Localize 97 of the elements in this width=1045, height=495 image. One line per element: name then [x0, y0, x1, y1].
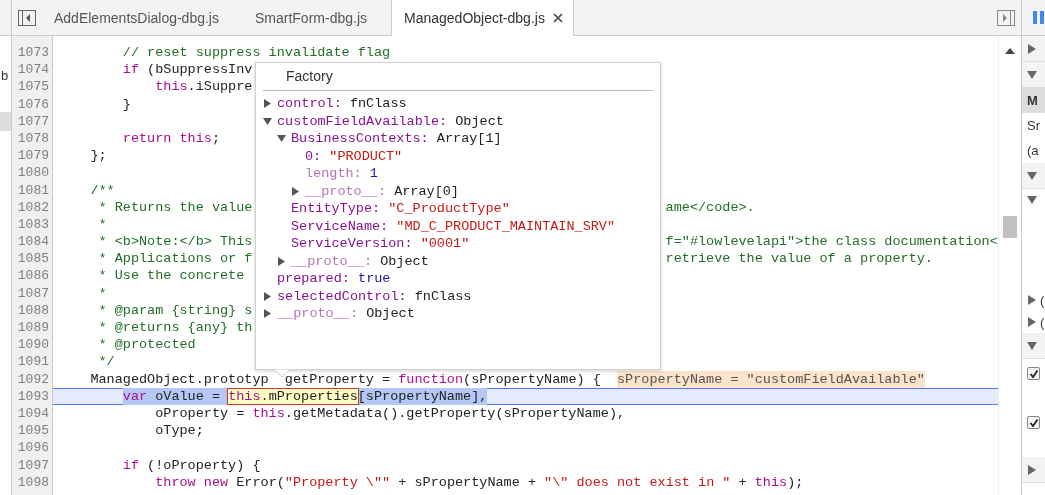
collapsed-arrow-icon[interactable]: [1027, 43, 1037, 54]
line-number: 1088: [16, 301, 50, 319]
code-text: ManagedObject.prototyp: [90, 370, 269, 388]
line-number: 1080: [16, 164, 50, 182]
panel-item[interactable]: b: [0, 66, 11, 85]
file-tab[interactable]: AddElementsDialog-dbg.js: [42, 0, 243, 35]
collapsed-arrow-icon[interactable]: [1027, 317, 1037, 327]
code-text: * <b>Note:</b> This: [98, 233, 253, 251]
collapsed-arrow-icon[interactable]: [291, 186, 300, 196]
code-text: this.iSuppre: [155, 78, 253, 96]
property-entry: selectedControl: fnClass: [277, 287, 472, 305]
line-number: 1075: [16, 78, 50, 96]
checkbox[interactable]: [1027, 367, 1040, 380]
code-text: */: [98, 353, 115, 371]
code-text: oType;: [155, 422, 204, 440]
code-text: }: [122, 95, 131, 113]
collapsed-arrow-icon[interactable]: [263, 99, 272, 109]
expanded-arrow-icon[interactable]: [1027, 340, 1037, 351]
property-entry: ServiceVersion: "0001": [291, 235, 470, 253]
code-text: if (bSuppressInv: [122, 61, 253, 79]
property-entry: EntityType: "C_ProductType": [291, 200, 510, 218]
code-text: getProperty = function(sPropertyName) {: [284, 370, 601, 388]
line-number: 1095: [16, 422, 50, 440]
line-number: 1092: [16, 370, 50, 388]
line-number: 1097: [16, 456, 50, 474]
pause-icon[interactable]: [1033, 11, 1045, 24]
code-text: var oValue = this.mProperties[sPropertyName],: [122, 387, 488, 405]
code-text: oProperty = this.getMetadata().getProperty(sPropertyName),: [155, 404, 626, 423]
property-entry: length: 1: [305, 165, 378, 183]
property-entry: ServiceName: "MD_C_PRODUCT_MAINTAIN_SRV": [291, 217, 616, 235]
code-text: };: [90, 147, 107, 165]
line-number: 1096: [16, 439, 50, 457]
expanded-arrow-icon[interactable]: [277, 134, 286, 144]
line-number: 1076: [16, 95, 50, 113]
close-icon[interactable]: [552, 13, 563, 23]
expanded-arrow-icon[interactable]: [1027, 195, 1037, 205]
tree-item[interactable]: (: [1040, 314, 1045, 330]
line-number: 1077: [16, 112, 50, 130]
line-number: 1091: [16, 353, 50, 371]
line-number: 1073: [16, 44, 50, 62]
tree-item[interactable]: (: [1040, 292, 1045, 308]
line-number: 1098: [16, 473, 50, 491]
line-number: 1094: [16, 404, 50, 423]
list-item[interactable]: (a: [1027, 143, 1039, 158]
code-text: return this;: [122, 129, 221, 148]
property-entry: __proto__: Object: [277, 305, 415, 323]
line-number: 1086: [16, 267, 50, 285]
collapsed-arrow-icon[interactable]: [277, 256, 286, 266]
property-entry: prepared: true: [277, 270, 391, 288]
code-text: * Use the concrete: [98, 267, 245, 285]
line-number: 1085: [16, 250, 50, 268]
popover-title: Factory: [285, 67, 334, 86]
collapsed-arrow-icon[interactable]: [1027, 464, 1037, 475]
code-text: * Applications or f: [98, 250, 253, 268]
code-text: * @param {string} s: [98, 301, 253, 319]
code-text: retrieve the value of a property.: [665, 250, 933, 268]
expanded-arrow-icon[interactable]: [263, 116, 272, 126]
property-entry: 0: "PRODUCT": [305, 147, 403, 165]
property-entry: __proto__: Array[0]: [305, 182, 459, 200]
line-number: 1081: [16, 181, 50, 199]
property-entry: control: fnClass: [277, 95, 407, 113]
expanded-arrow-icon[interactable]: [1027, 69, 1037, 80]
line-number: 1093: [16, 387, 50, 405]
code-text: // reset suppress invalidate flag: [122, 44, 391, 62]
line-number: 1087: [16, 284, 50, 302]
line-number: 1083: [16, 215, 50, 234]
code-text: *: [98, 215, 107, 234]
code-text: throw new Error("Property \"" + sPropertyName + "\" does not exist in " + this);: [155, 473, 804, 491]
code-text: if (!oProperty) {: [122, 456, 261, 474]
code-text: * Returns the value: [98, 198, 253, 216]
collapsed-arrow-icon[interactable]: [263, 291, 272, 301]
file-tab[interactable]: SmartForm-dbg.js: [243, 0, 391, 35]
line-number: 1082: [16, 198, 50, 216]
code-text: f="#lowlevelapi">the class documentation<: [665, 233, 998, 251]
property-entry: BusinessContexts: Array[1]: [291, 130, 502, 148]
code-text: * @protected: [98, 336, 196, 354]
expanded-arrow-icon[interactable]: [1027, 170, 1037, 181]
line-number: 1074: [16, 61, 50, 79]
inline-value: sPropertyName = "customFieldAvailable": [617, 370, 925, 388]
code-text: * @returns {any} th: [98, 319, 253, 337]
code-text: ame</code>.: [665, 198, 755, 216]
code-text: *: [98, 284, 107, 302]
scrollbar-thumb[interactable]: [1003, 216, 1017, 238]
list-item[interactable]: Sr: [1027, 118, 1040, 133]
file-tab[interactable]: ManagedObject-dbg.js: [391, 0, 574, 36]
checkbox[interactable]: [1027, 416, 1040, 429]
collapsed-arrow-icon[interactable]: [263, 309, 272, 319]
line-number: 1079: [16, 147, 50, 165]
scroll-up-icon[interactable]: [1005, 48, 1015, 54]
collapsed-arrow-icon[interactable]: [1027, 295, 1037, 305]
property-entry: customFieldAvailable: Object: [277, 112, 504, 130]
line-number: 1090: [16, 336, 50, 354]
property-entry: __proto__: Object: [291, 252, 429, 270]
line-number: 1089: [16, 319, 50, 337]
line-number: 1078: [16, 129, 50, 148]
line-number: 1084: [16, 233, 50, 251]
code-text: /**: [90, 181, 115, 199]
